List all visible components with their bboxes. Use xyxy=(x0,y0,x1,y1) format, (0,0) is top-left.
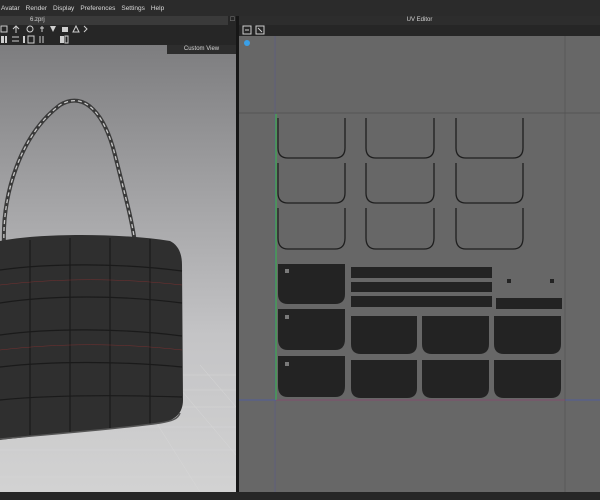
rotate-icon[interactable] xyxy=(26,25,34,33)
drape-icon[interactable] xyxy=(50,26,56,32)
project-tab[interactable]: 6.zprj xyxy=(0,16,228,25)
pin-icon[interactable] xyxy=(40,26,44,32)
menu-render[interactable]: Render xyxy=(26,5,47,12)
menu-preferences[interactable]: Preferences xyxy=(80,5,115,12)
frame-icon[interactable] xyxy=(0,25,8,33)
skin-icon[interactable] xyxy=(62,27,68,32)
view-icon-4[interactable] xyxy=(60,35,69,44)
uv-transform-icon[interactable] xyxy=(255,25,265,35)
uv-editor-title: UV Editor xyxy=(406,17,433,23)
menu-display[interactable]: Display xyxy=(53,5,74,12)
chain-strap xyxy=(1,98,137,246)
move-icon[interactable] xyxy=(12,25,20,33)
uv-editor-toolbar xyxy=(239,25,600,36)
view-icon-2[interactable] xyxy=(27,35,35,44)
grid-icon[interactable] xyxy=(1,36,7,43)
uv-canvas[interactable] xyxy=(239,36,600,492)
left-panel-tabbar: 6.zprj ☐ xyxy=(0,16,237,25)
status-bar xyxy=(0,492,600,500)
viewport-toolbar xyxy=(0,25,237,45)
fold-icon[interactable] xyxy=(72,25,80,33)
view-icon-3[interactable] xyxy=(39,36,44,43)
view-icon-1[interactable] xyxy=(23,36,25,43)
arrange-icon[interactable] xyxy=(83,25,88,33)
uv-select-icon[interactable] xyxy=(242,25,252,35)
menu-avatar[interactable]: Avatar xyxy=(1,5,20,12)
maximize-icon[interactable]: ☐ xyxy=(229,17,236,24)
menu-bar: Avatar Render Display Preferences Settin… xyxy=(0,0,600,16)
uv-editor-header: UV Editor xyxy=(239,16,600,25)
3d-viewport[interactable]: Custom View xyxy=(0,45,236,492)
menu-settings[interactable]: Settings xyxy=(121,5,145,12)
uv-origin-marker[interactable] xyxy=(244,40,250,46)
split-icon[interactable] xyxy=(12,36,19,42)
uv-filled-pieces[interactable] xyxy=(278,264,562,398)
uv-outline-pieces[interactable] xyxy=(277,118,524,250)
handbag-body xyxy=(0,235,183,440)
menu-help[interactable]: Help xyxy=(151,5,164,12)
view-mode-label[interactable]: Custom View xyxy=(167,45,236,54)
